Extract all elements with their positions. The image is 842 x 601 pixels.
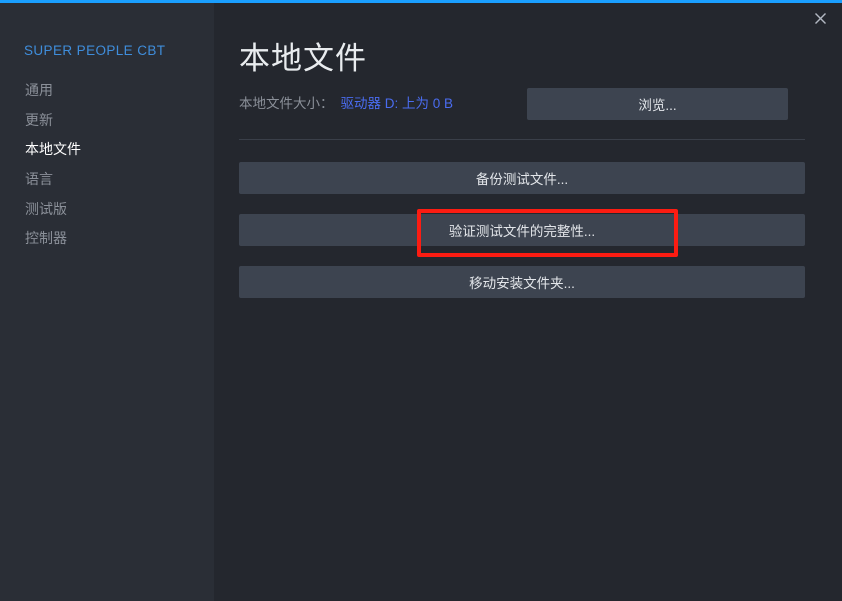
sidebar-item-local-files[interactable]: 本地文件 [25,140,81,158]
main-content: 本地文件 本地文件大小： 驱动器 D: 上为 0 B 浏览... 备份测试文件..… [214,3,842,601]
local-files-size-row: 本地文件大小： 驱动器 D: 上为 0 B [239,95,453,113]
local-files-size-label: 本地文件大小： [239,96,334,111]
top-accent-bar [0,0,842,3]
browse-button[interactable]: 浏览... [527,88,788,120]
sidebar-item-updates[interactable]: 更新 [25,111,53,129]
verify-integrity-button[interactable]: 验证测试文件的完整性... [239,214,805,246]
drive-location-link[interactable]: 驱动器 D: 上为 0 B [341,96,454,111]
sidebar: SUPER PEOPLE CBT 通用 更新 本地文件 语言 测试版 控制器 [0,3,214,601]
close-icon[interactable] [804,4,836,32]
app-title: SUPER PEOPLE CBT [24,43,166,58]
sidebar-item-controller[interactable]: 控制器 [25,229,67,247]
sidebar-item-betas[interactable]: 测试版 [25,200,67,218]
page-title: 本地文件 [239,41,367,76]
settings-window: SUPER PEOPLE CBT 通用 更新 本地文件 语言 测试版 控制器 本… [0,3,842,601]
move-install-folder-button[interactable]: 移动安装文件夹... [239,266,805,298]
backup-test-files-button[interactable]: 备份测试文件... [239,162,805,194]
section-divider [239,139,805,140]
sidebar-item-general[interactable]: 通用 [25,81,53,99]
sidebar-item-language[interactable]: 语言 [25,170,53,188]
